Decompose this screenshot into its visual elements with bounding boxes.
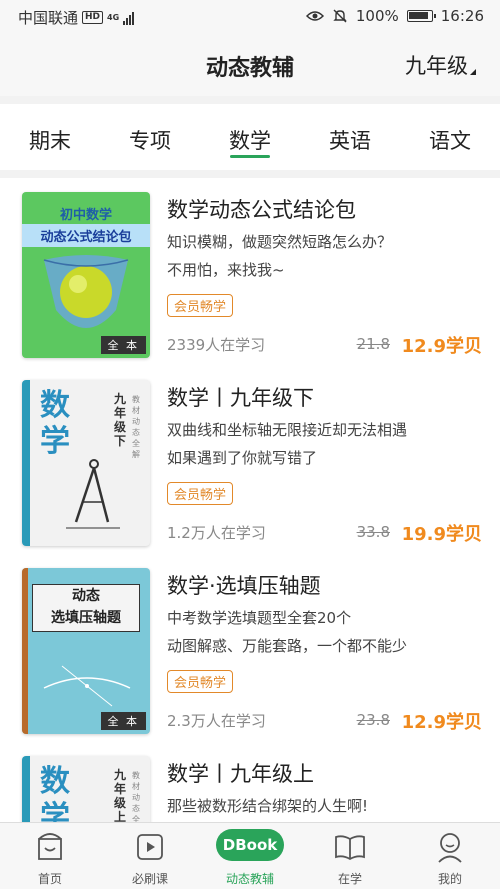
cover-title: 动态公式结论包	[22, 224, 150, 247]
compass-illustration	[66, 459, 120, 529]
play-icon	[137, 834, 163, 860]
clock: 16:26	[440, 7, 484, 25]
cover-strip	[22, 756, 30, 822]
cover-grade: 九年级上	[114, 768, 127, 822]
cover-strip	[22, 568, 28, 734]
course-title: 数学动态公式结论包	[167, 198, 356, 222]
course-desc: 如果遇到了你就写错了	[167, 449, 318, 467]
nav-label: 首页	[37, 872, 62, 886]
cover-title: 数学	[40, 764, 70, 822]
course-desc: 知识模糊，做题突然短路怎么办？	[167, 233, 393, 251]
cover-badge: 全 本	[100, 336, 146, 354]
cover-subtitle: 动态	[72, 588, 100, 604]
subject-tabs: 期末 专项 数学 英语 语文	[0, 104, 500, 170]
course-desc: 中考数学选填题型全套20个	[167, 609, 352, 627]
signal-icon	[123, 11, 135, 25]
cover-title: 数学	[40, 388, 70, 459]
carrier-name: 中国联通	[18, 9, 79, 27]
price: 12.9学贝	[401, 336, 482, 357]
course-card[interactable]: 数学 九年级上 教材动态全 数学丨九年级上 那些被数形结合绑架的人生啊!	[0, 742, 500, 822]
course-cover: 数学 九年级上 教材动态全	[22, 756, 150, 822]
learner-count: 1.2万人在学习	[167, 524, 266, 542]
cover-badge: 全 本	[100, 712, 146, 730]
home-icon	[38, 833, 62, 860]
member-tag: 会员畅学	[167, 670, 234, 693]
battery-percent: 100%	[355, 7, 399, 25]
course-cover: 动态 选填压轴题 全 本	[22, 568, 150, 734]
network-type: 4G	[107, 13, 120, 22]
nav-label: 在学	[337, 872, 362, 886]
course-desc: 不用怕，来找我~	[167, 261, 285, 279]
cover-subtitle: 教材动态全	[132, 771, 140, 822]
grade-label: 九年级	[405, 54, 468, 78]
caret-icon	[470, 69, 476, 75]
original-price: 21.8	[356, 335, 390, 353]
course-card[interactable]: 数学 九年级下 教材动态全解 数学丨九年级下 双曲线和坐标轴无限接近却无法相遇 …	[0, 366, 500, 554]
grade-selector[interactable]: 九年级	[405, 50, 476, 80]
member-tag: 会员畅学	[167, 294, 234, 317]
tab-chinese[interactable]: 语文	[400, 104, 500, 170]
nav-dbook[interactable]: DBook 动态教辅	[200, 823, 300, 889]
cover-grade: 九年级下	[114, 392, 127, 448]
course-card[interactable]: 初中数学 动态公式结论包 全 本 数学动态公式结论包 知识模糊，做题突然短路怎么…	[0, 178, 500, 366]
nav-label: 动态教辅	[225, 872, 274, 886]
nav-learning[interactable]: 在学	[300, 823, 400, 889]
tab-special[interactable]: 专项	[100, 104, 200, 170]
course-title: 数学丨九年级下	[167, 386, 314, 410]
course-desc: 动图解惑、万能套路，一个都不能少	[167, 637, 408, 655]
profile-icon	[438, 833, 462, 863]
course-title: 数学·选填压轴题	[167, 574, 321, 598]
mute-bell-icon	[333, 9, 347, 23]
bottom-nav: 首页 必刷课 DBook 动态教辅 在学 我的	[0, 822, 500, 889]
price: 12.9学贝	[401, 712, 482, 733]
price: 19.9学贝	[401, 524, 482, 545]
nav-label: 我的	[437, 872, 462, 886]
member-tag: 会员畅学	[167, 482, 234, 505]
course-list: 初中数学 动态公式结论包 全 本 数学动态公式结论包 知识模糊，做题突然短路怎么…	[0, 178, 500, 822]
learner-count: 2.3万人在学习	[167, 712, 266, 730]
status-bar: 中国联通 HD 4G 100% 16:26	[0, 0, 500, 34]
original-price: 23.8	[356, 711, 390, 729]
cover-subtitle: 初中数学	[59, 208, 112, 223]
dbook-icon: DBook	[216, 829, 284, 861]
nav-profile[interactable]: 我的	[400, 823, 500, 889]
nav-courses[interactable]: 必刷课	[100, 823, 200, 889]
course-cover: 数学 九年级下 教材动态全解	[22, 380, 150, 546]
tab-english[interactable]: 英语	[300, 104, 400, 170]
course-cover: 初中数学 动态公式结论包 全 本	[22, 192, 150, 358]
hd-icon: HD	[82, 11, 104, 24]
course-title: 数学丨九年级上	[167, 762, 314, 786]
cover-subtitle: 教材动态全解	[132, 395, 140, 459]
tab-final[interactable]: 期末	[0, 104, 100, 170]
eye-icon	[305, 11, 324, 21]
nav-label: 必刷课	[131, 872, 168, 886]
cover-title: 选填压轴题	[51, 610, 121, 626]
book-icon	[335, 835, 365, 861]
course-desc: 双曲线和坐标轴无限接近却无法相遇	[167, 421, 408, 439]
curve-illustration	[43, 665, 131, 707]
course-card[interactable]: 动态 选填压轴题 全 本 数学·选填压轴题 中考数学选填题型全套20个 动图解惑…	[0, 554, 500, 742]
cover-title-box: 动态 选填压轴题	[32, 584, 140, 632]
battery-icon	[406, 10, 436, 22]
original-price: 33.8	[356, 523, 390, 541]
app-header: 动态教辅 九年级	[0, 34, 500, 96]
course-desc: 那些被数形结合绑架的人生啊!	[167, 797, 369, 815]
tab-math[interactable]: 数学	[200, 104, 300, 170]
cover-strip	[22, 380, 30, 546]
learner-count: 2339人在学习	[167, 336, 266, 354]
paraboloid-illustration	[43, 255, 129, 328]
nav-home[interactable]: 首页	[0, 823, 100, 889]
